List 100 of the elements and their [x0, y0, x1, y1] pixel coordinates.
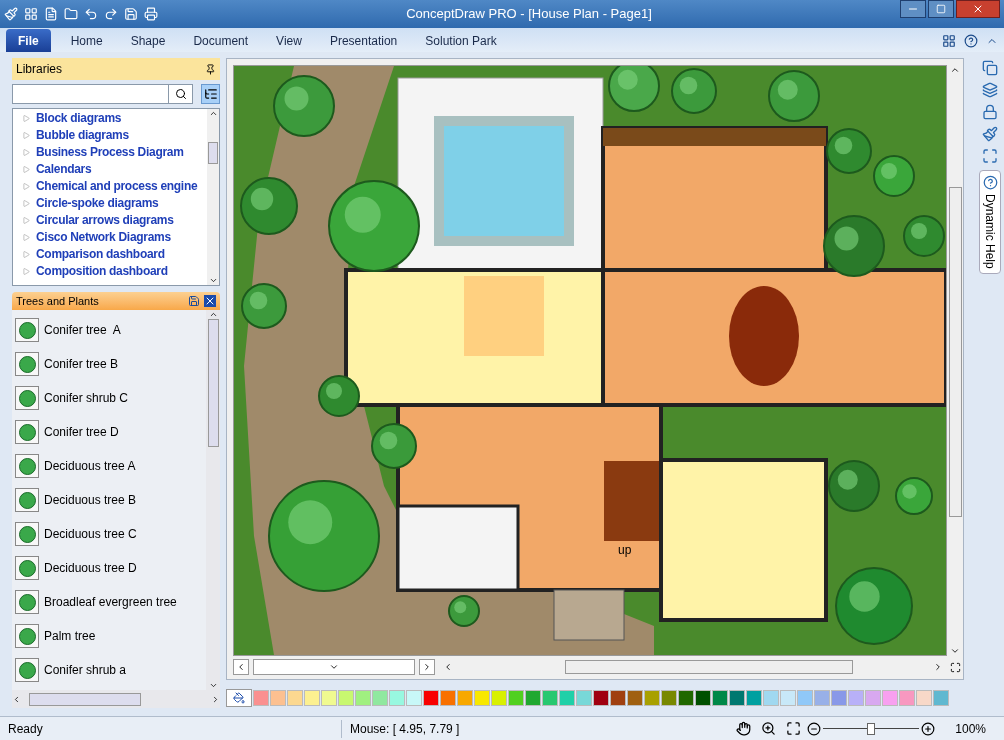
horizontal-scrollbar[interactable] [12, 690, 220, 708]
color-swatch[interactable] [814, 690, 830, 706]
color-swatch[interactable] [338, 690, 354, 706]
scroll-left-icon[interactable] [443, 662, 453, 672]
color-swatch[interactable] [712, 690, 728, 706]
scrollbar-thumb[interactable] [948, 187, 962, 517]
expand-icon[interactable] [23, 132, 30, 139]
expand-icon[interactable] [23, 200, 30, 207]
scroll-down-icon[interactable] [208, 681, 218, 690]
color-swatch[interactable] [525, 690, 541, 706]
color-swatch[interactable] [780, 690, 796, 706]
close-icon[interactable] [972, 3, 984, 15]
color-swatch[interactable] [474, 690, 490, 706]
search-field[interactable] [12, 84, 193, 104]
tree-icon[interactable] [15, 488, 39, 512]
scroll-left-icon[interactable] [12, 694, 21, 704]
shape-item[interactable]: Palm tree [44, 627, 96, 645]
color-swatch[interactable] [644, 690, 660, 706]
pan-icon[interactable] [736, 721, 752, 736]
page-dropdown[interactable] [253, 659, 415, 675]
shape-item[interactable]: Conifer shrub a [44, 661, 127, 679]
fit-page-icon[interactable] [949, 662, 961, 673]
color-swatch[interactable] [372, 690, 388, 706]
redo-icon[interactable] [104, 7, 118, 21]
library-item[interactable]: Cisco Network Diagrams [36, 230, 171, 245]
ribbon-tab[interactable]: View [262, 29, 316, 52]
color-swatch[interactable] [899, 690, 915, 706]
shape-item[interactable]: Conifer tree B [44, 355, 119, 373]
color-swatch[interactable] [763, 690, 779, 706]
expand-icon[interactable] [23, 115, 30, 122]
close-icon[interactable] [204, 295, 216, 307]
maximize-button[interactable] [928, 0, 954, 18]
tab-label[interactable]: Dynamic Help [981, 194, 999, 269]
color-swatch[interactable] [423, 690, 439, 706]
tree-icon[interactable] [15, 420, 39, 444]
paint-bucket-icon[interactable] [233, 692, 245, 704]
color-swatch[interactable] [865, 690, 881, 706]
shape-item[interactable]: Conifer tree D [44, 423, 119, 441]
library-item[interactable]: Chemical and process engine [36, 179, 198, 194]
tree-icon[interactable] [15, 590, 39, 614]
ribbon-tab[interactable]: Document [179, 29, 263, 52]
scroll-up-icon[interactable] [950, 65, 960, 75]
shape-item[interactable]: Deciduous tree A [44, 457, 136, 475]
expand-icon[interactable] [23, 234, 30, 241]
ribbon-tab[interactable]: Presentation [315, 29, 412, 52]
color-swatch[interactable] [576, 690, 592, 706]
expand-icon[interactable] [23, 183, 30, 190]
tree-icon[interactable] [15, 624, 39, 648]
fill-color-button[interactable] [226, 689, 252, 707]
color-swatch[interactable] [746, 690, 762, 706]
color-swatch[interactable] [287, 690, 303, 706]
scroll-down-icon[interactable] [950, 646, 960, 656]
tree-icon[interactable] [15, 658, 39, 682]
scroll-down-icon[interactable] [208, 276, 218, 285]
shape-item[interactable]: Conifer shrub C [44, 389, 129, 407]
color-swatch[interactable] [797, 690, 813, 706]
tree-icon[interactable] [15, 556, 39, 580]
tree-icon[interactable] [15, 352, 39, 376]
fit-icon[interactable] [786, 721, 802, 736]
color-swatch[interactable] [355, 690, 371, 706]
color-swatch[interactable] [321, 690, 337, 706]
library-item[interactable]: Composition dashboard [36, 264, 168, 279]
color-swatch[interactable] [389, 690, 405, 706]
color-swatch[interactable] [508, 690, 524, 706]
color-swatch[interactable] [627, 690, 643, 706]
ribbon-tab[interactable]: Shape [116, 29, 180, 52]
shape-item[interactable]: Deciduous tree C [44, 525, 137, 543]
layout-icon[interactable] [942, 33, 956, 48]
layers-icon[interactable] [982, 82, 998, 98]
color-swatch[interactable] [440, 690, 456, 706]
color-swatch[interactable] [882, 690, 898, 706]
ribbon-tab[interactable]: Home [56, 29, 117, 52]
color-swatch[interactable] [559, 690, 575, 706]
library-item[interactable]: Circular arrows diagrams [36, 213, 174, 228]
color-swatch[interactable] [457, 690, 473, 706]
expand-icon[interactable] [23, 217, 30, 224]
lock-icon[interactable] [982, 104, 998, 120]
zoom-in-icon[interactable] [921, 721, 936, 736]
library-item[interactable]: Bubble diagrams [36, 128, 129, 143]
color-swatch[interactable] [661, 690, 677, 706]
print-preview-icon[interactable] [144, 7, 158, 21]
search-icon[interactable] [174, 88, 187, 100]
scrollbar-thumb[interactable] [208, 142, 218, 164]
shape-item[interactable]: Deciduous tree B [44, 491, 137, 509]
grid-icon[interactable] [24, 7, 38, 21]
color-swatch[interactable] [610, 690, 626, 706]
scrollbar-thumb[interactable] [565, 660, 853, 674]
library-item[interactable]: Circle-spoke diagrams [36, 196, 159, 211]
library-item[interactable]: Block diagrams [36, 111, 122, 126]
minimize-button[interactable] [900, 0, 926, 18]
color-swatch[interactable] [253, 690, 269, 706]
library-item[interactable]: Business Process Diagram [36, 145, 184, 160]
zoom-slider[interactable] [823, 722, 920, 735]
color-swatch[interactable] [831, 690, 847, 706]
color-swatch[interactable] [848, 690, 864, 706]
library-item[interactable]: Comparison dashboard [36, 247, 165, 262]
scrollbar-thumb[interactable] [207, 319, 219, 447]
dropdown-caret-icon[interactable] [329, 662, 339, 672]
expand-icon[interactable] [23, 251, 30, 258]
new-document-icon[interactable] [44, 7, 58, 21]
